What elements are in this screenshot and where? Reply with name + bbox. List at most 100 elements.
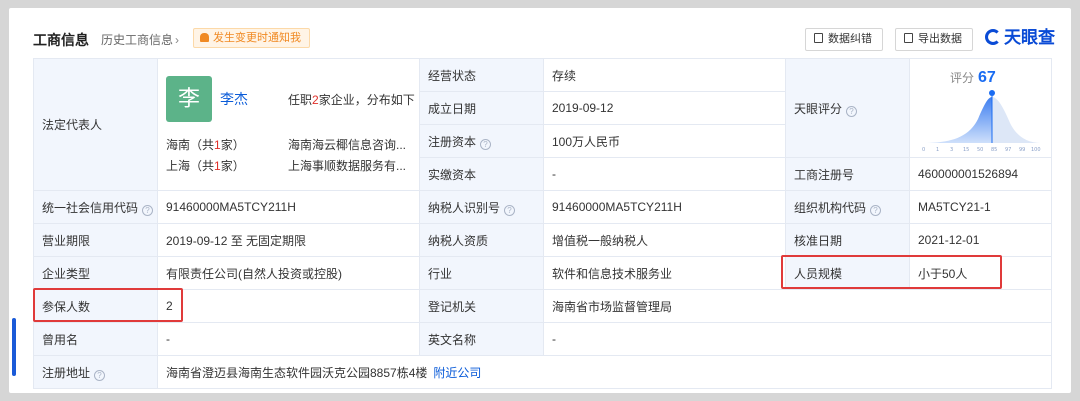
approve-date-value: 2021-12-01: [909, 223, 1052, 257]
help-icon[interactable]: ?: [94, 369, 106, 381]
tick-label: 3: [950, 147, 953, 153]
capital-text: 注册资本: [428, 134, 477, 149]
legal-rep-positions: 任职2家企业，分布如下: [288, 91, 415, 108]
help-icon[interactable]: ?: [480, 138, 492, 150]
avatar[interactable]: 李: [166, 76, 212, 122]
address-text-value: 海南省澄迈县海南生态软件园沃克公园8857栋4楼: [166, 365, 428, 380]
help-icon[interactable]: ?: [142, 204, 154, 216]
paid-capital-label: 实缴资本: [419, 157, 544, 191]
reg-no-label: 工商注册号: [785, 157, 910, 191]
tick-label: 15: [963, 147, 969, 153]
tick-label: 1: [936, 147, 939, 153]
legal-rep-cell: 李 李杰 任职2家企业，分布如下 海南（共1家） 海南海云椰信息咨询... 上海…: [157, 58, 420, 191]
org-code-value: MA5TCY21-1: [909, 190, 1052, 224]
help-icon[interactable]: ?: [870, 204, 882, 216]
notify-label: 发生变更时通知我: [213, 32, 301, 44]
org-code-text: 组织机构代码: [794, 200, 867, 215]
status-value: 存续: [543, 58, 786, 92]
tick-label: 99: [1019, 147, 1025, 153]
tick-label: 0: [922, 147, 925, 153]
authority-value: 海南省市场监督管理局: [543, 289, 1052, 323]
credit-code-label: 统一社会信用代码?: [33, 190, 158, 224]
region-hainan-company[interactable]: 海南海云椰信息咨询...: [288, 136, 408, 153]
notify-change-button[interactable]: 发生变更时通知我: [193, 28, 310, 48]
status-label: 经营状态: [419, 58, 544, 92]
insured-label: 参保人数: [33, 289, 158, 323]
export-data-button[interactable]: 导出数据: [895, 28, 973, 51]
region-count: 1: [214, 159, 221, 173]
history-label: 历史工商信息: [101, 33, 174, 47]
data-correct-label: 数据纠错: [828, 33, 872, 45]
authority-label: 登记机关: [419, 289, 544, 323]
found-date-label: 成立日期: [419, 91, 544, 125]
staff-size-label: 人员规模: [785, 256, 910, 290]
address-value: 海南省澄迈县海南生态软件园沃克公园8857栋4楼 附近公司: [157, 355, 1052, 389]
score-tick-labels: 0 1 3 15 50 85 97 99 100: [922, 147, 1041, 153]
used-name-label: 曾用名: [33, 322, 158, 356]
history-link[interactable]: 历史工商信息 ›: [101, 31, 179, 48]
industry-label: 行业: [419, 256, 544, 290]
business-info-table: 法定代表人 李 李杰 任职2家企业，分布如下 海南（共1家） 海南海云椰信息咨询…: [33, 58, 1052, 389]
term-label: 营业期限: [33, 223, 158, 257]
legal-rep-name[interactable]: 李杰: [220, 89, 248, 109]
region-shanghai: 上海（共1家）: [166, 157, 245, 174]
score-distribution-chart: 0 1 3 15 50 85 97 99 100: [922, 90, 1042, 153]
region-prefix: 上海（共: [166, 159, 215, 173]
score-marker-dot: [989, 90, 995, 96]
address-label: 注册地址?: [33, 355, 158, 389]
org-code-label: 组织机构代码?: [785, 190, 910, 224]
region-hainan: 海南（共1家）: [166, 136, 245, 153]
business-info-panel: 工商信息 历史工商信息 › 发生变更时通知我 数据纠错 导出数据 天眼查 法定代表…: [9, 8, 1071, 393]
tax-qual-label: 纳税人资质: [419, 223, 544, 257]
capital-value: 100万人民币: [543, 124, 786, 158]
tianyancha-logo: 天眼查: [985, 26, 1055, 50]
positions-suffix: 家企业，分布如下: [318, 93, 415, 107]
staff-size-value: 小于50人: [909, 256, 1052, 290]
tick-label: 85: [991, 147, 997, 153]
score-text: 评分: [950, 71, 975, 85]
approve-date-label: 核准日期: [785, 223, 910, 257]
score-curve-rest: [992, 97, 1042, 143]
positions-count: 2: [312, 93, 319, 107]
tax-qual-value: 增值税一般纳税人: [543, 223, 786, 257]
positions-prefix: 任职: [288, 93, 313, 107]
insured-value: 2: [157, 289, 420, 323]
tax-id-label: 纳税人识别号?: [419, 190, 544, 224]
section-title: 工商信息: [33, 32, 89, 48]
export-label: 导出数据: [918, 33, 962, 45]
document-icon: [814, 33, 823, 43]
help-icon[interactable]: ?: [846, 105, 858, 117]
credit-code-value: 91460000MA5TCY211H: [157, 190, 420, 224]
logo-text: 天眼查: [1004, 28, 1055, 47]
region-suffix: 家）: [220, 159, 245, 173]
bell-icon: [200, 33, 209, 42]
tick-label: 100: [1031, 147, 1041, 153]
region-shanghai-company[interactable]: 上海事顺数据服务有...: [288, 157, 408, 174]
used-name-value: -: [157, 322, 420, 356]
logo-mark-icon: [985, 29, 1001, 45]
tax-id-text: 纳税人识别号: [428, 200, 501, 215]
english-name-label: 英文名称: [419, 322, 544, 356]
chevron-right-icon: ›: [175, 33, 180, 47]
score-label: 评分 67: [950, 69, 996, 87]
score-value: 67: [978, 69, 996, 86]
scroll-indicator[interactable]: [12, 318, 16, 376]
tick-label: 50: [977, 147, 983, 153]
export-icon: [904, 33, 913, 43]
score-cell[interactable]: 评分 67 0 1 3 15 50 85 97 99 100: [909, 58, 1052, 158]
reg-no-value: 460000001526894: [909, 157, 1052, 191]
nearby-companies-link[interactable]: 附近公司: [433, 366, 481, 380]
panel-header: 工商信息 历史工商信息 › 发生变更时通知我 数据纠错 导出数据 天眼查: [9, 8, 1071, 58]
company-type-value: 有限责任公司(自然人投资或控股): [157, 256, 420, 290]
data-correct-button[interactable]: 数据纠错: [805, 28, 883, 51]
tax-id-value: 91460000MA5TCY211H: [543, 190, 786, 224]
help-icon[interactable]: ?: [504, 204, 516, 216]
score-curve-filled: [922, 97, 992, 143]
region-count: 1: [214, 138, 221, 152]
credit-code-text: 统一社会信用代码: [42, 200, 139, 215]
capital-label: 注册资本?: [419, 124, 544, 158]
industry-value: 软件和信息技术服务业: [543, 256, 786, 290]
region-prefix: 海南（共: [166, 138, 215, 152]
term-value: 2019-09-12 至 无固定期限: [157, 223, 420, 257]
tianyan-score-label: 天眼评分?: [785, 58, 910, 158]
